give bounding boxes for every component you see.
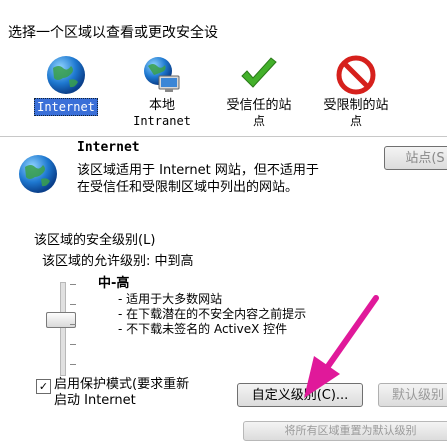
- zone-label: 受限制的站: [323, 98, 389, 113]
- zone-sublabel: 点: [349, 114, 362, 128]
- zone-label: 本地: [148, 98, 175, 113]
- globe-icon: [47, 56, 85, 94]
- default-level-button[interactable]: 默认级别: [378, 383, 447, 407]
- globe-icon: [19, 155, 57, 193]
- trusted-check-icon: [241, 57, 277, 88]
- security-slider-thumb[interactable]: [46, 312, 76, 328]
- zone-description: 该区域适用于 Internet 网站，但不适用于 在受信任和受限制区域中列出的网…: [77, 163, 319, 195]
- security-level-title: 该区域的安全级别(L): [34, 233, 156, 248]
- zone-restricted-sites[interactable]: 受限制的站 点: [306, 54, 406, 128]
- zone-select-prompt: 选择一个区域以查看或更改安全设: [8, 25, 218, 41]
- divider: [0, 136, 447, 137]
- local-intranet-icon: [144, 57, 180, 92]
- zone-sublabel: 点: [252, 114, 265, 128]
- protected-mode-checkbox[interactable]: ✓: [36, 379, 51, 394]
- sites-button[interactable]: 站点(S: [384, 146, 447, 170]
- zone-label: 受信任的站: [226, 98, 292, 113]
- protected-mode-label: 启用保护模式(要求重新 启动 Internet: [54, 377, 190, 408]
- annotation-arrow-icon: [304, 295, 379, 398]
- list-item: - 不下载未签名的 ActiveX 控件: [118, 322, 288, 336]
- zone-internet[interactable]: Internet: [16, 54, 116, 116]
- zone-trusted-sites[interactable]: 受信任的站 点: [209, 54, 309, 128]
- selected-zone-name: Internet: [77, 140, 140, 155]
- allowed-levels: 该区域的允许级别: 中到高: [42, 254, 194, 269]
- zone-sublabel: Intranet: [133, 114, 191, 128]
- zone-local-intranet[interactable]: 本地 Intranet: [112, 54, 212, 128]
- security-level-name: 中-高: [98, 276, 130, 291]
- security-slider-track[interactable]: [60, 282, 66, 376]
- list-item: - 适用于大多数网站: [118, 292, 223, 306]
- security-level-details: - 适用于大多数网站 - 在下载潜在的不安全内容之前提示 - 不下载未签名的 A…: [118, 292, 306, 337]
- zone-label: Internet: [34, 98, 98, 116]
- list-item: - 在下载潜在的不安全内容之前提示: [118, 307, 307, 321]
- restricted-no-icon: [336, 55, 376, 95]
- reset-all-zones-button[interactable]: 将所有区域重置为默认级别: [243, 421, 447, 441]
